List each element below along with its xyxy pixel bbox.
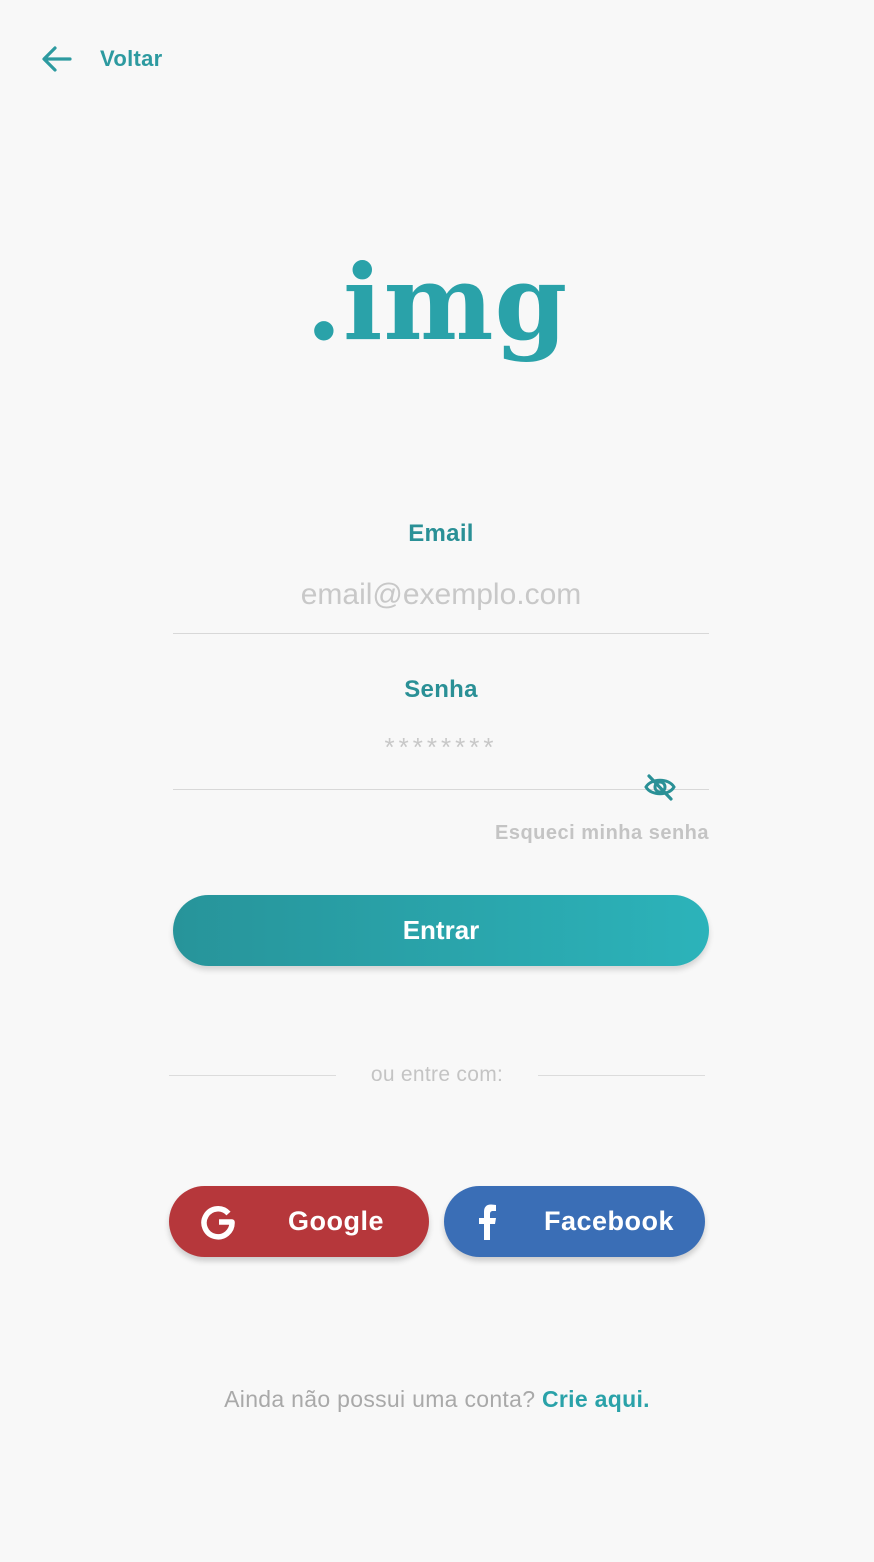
- email-input[interactable]: [173, 570, 709, 634]
- password-label: Senha: [404, 676, 478, 703]
- password-field-group: Senha: [173, 676, 709, 801]
- signup-link[interactable]: Crie aqui.: [542, 1386, 650, 1412]
- app-logo: .img: [305, 241, 569, 364]
- google-button-label: Google: [288, 1206, 384, 1236]
- back-label: Voltar: [100, 46, 163, 71]
- divider-line-left: [169, 1074, 336, 1076]
- facebook-icon: [476, 1186, 498, 1257]
- divider-text: ou entre com:: [370, 1063, 504, 1086]
- eye-off-icon[interactable]: [643, 772, 677, 807]
- password-input[interactable]: [173, 726, 709, 790]
- login-button[interactable]: Entrar: [173, 895, 709, 966]
- google-login-button[interactable]: Google: [169, 1186, 429, 1257]
- email-label: Email: [408, 520, 474, 547]
- arrow-left-icon: [40, 42, 74, 76]
- back-button[interactable]: Voltar: [40, 40, 163, 78]
- signup-prompt-text: Ainda não possui uma conta?: [224, 1386, 536, 1412]
- facebook-login-button[interactable]: Facebook: [444, 1186, 705, 1257]
- signup-prompt: Ainda não possui uma conta? Crie aqui.: [0, 1386, 874, 1413]
- social-divider: ou entre com:: [169, 1060, 705, 1090]
- divider-line-right: [538, 1074, 705, 1076]
- login-button-label: Entrar: [402, 915, 480, 945]
- google-icon: [199, 1186, 237, 1257]
- forgot-password-link[interactable]: Esqueci minha senha: [495, 822, 709, 845]
- facebook-button-label: Facebook: [544, 1206, 675, 1236]
- email-field-group: Email: [173, 520, 709, 634]
